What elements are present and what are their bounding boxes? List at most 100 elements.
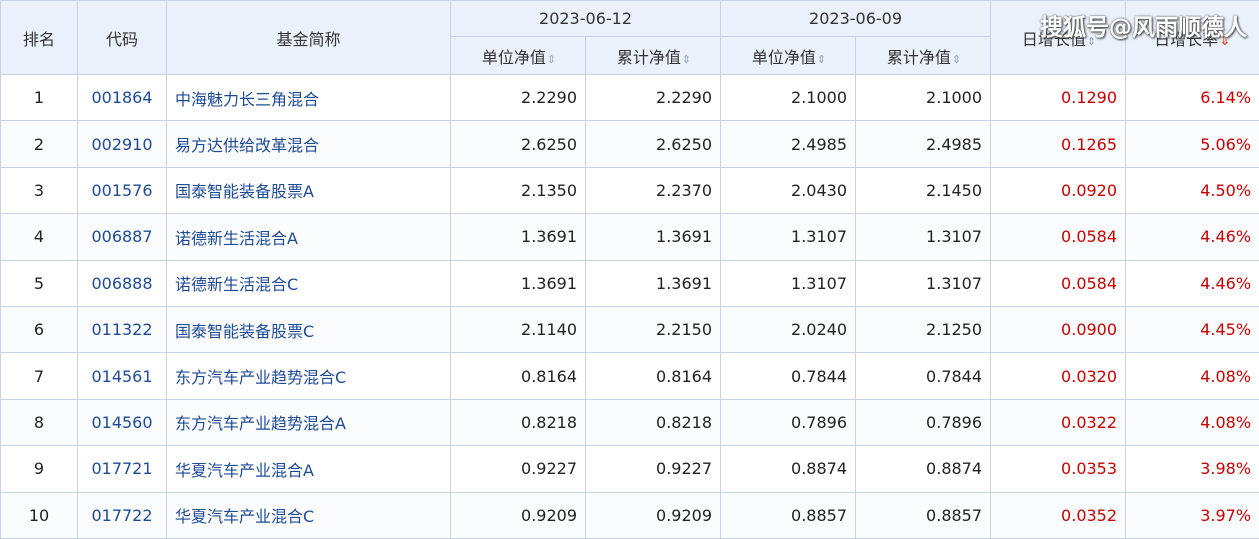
daily-growth-rate-cell: 3.98%: [1125, 445, 1259, 493]
name-cell: 东方汽车产业趋势混合A: [166, 398, 451, 447]
acc-nav-1-cell: 2.6250: [584, 120, 722, 168]
table-row: 8 014560 东方汽车产业趋势混合A 0.8218 0.8218 0.7896 0.78…: [0, 398, 1259, 447]
unit-nav-1-cell: 2.1350: [450, 166, 586, 215]
daily-growth-rate-cell: 4.46%: [1125, 259, 1259, 307]
fund-name-link[interactable]: 华夏汽车产业混合A: [175, 461, 314, 480]
table-row: 2 002910 易方达供给改革混合 2.6250 2.6250 2.4985 2.4985…: [0, 120, 1259, 168]
unit-nav-2-cell: 0.8857: [720, 491, 857, 539]
fund-code-link[interactable]: 014560: [91, 413, 152, 432]
fund-name-link[interactable]: 诺德新生活混合C: [175, 275, 298, 294]
table-body: 1 001864 中海魅力长三角混合 2.2290 2.2290 2.1000 2.1000…: [0, 73, 1259, 539]
fund-name-link[interactable]: 诺德新生活混合A: [175, 229, 298, 248]
unit-nav-1-cell: 1.3691: [450, 259, 586, 307]
fund-code-link[interactable]: 001864: [91, 88, 152, 107]
unit-nav-1-cell: 0.8218: [450, 398, 586, 447]
table-row: 3 001576 国泰智能装备股票A 2.1350 2.2370 2.0430 2.1450…: [0, 166, 1259, 215]
acc-nav-2-cell: 0.8857: [855, 491, 992, 539]
sort-icon: ⇕: [951, 52, 961, 66]
fund-code-link[interactable]: 017721: [91, 459, 152, 478]
sort-unit-nav-2[interactable]: 单位净值⇕: [720, 36, 857, 75]
acc-nav-1-cell: 2.2150: [584, 305, 722, 354]
daily-growth-value-cell: 0.0584: [990, 259, 1127, 307]
sort-icon: ⇕: [681, 52, 691, 66]
code-cell: 006887: [77, 213, 167, 261]
code-cell: 014561: [77, 352, 167, 400]
table-row: 5 006888 诺德新生活混合C 1.3691 1.3691 1.3107 1.3107 0…: [0, 259, 1259, 307]
fund-ranking-table: 排名 代码 基金简称 2023-06-12 2023-06-09 日增长值⇕ 日…: [0, 0, 1259, 539]
rank-cell: 1: [0, 73, 78, 122]
unit-nav-1-cell: 0.9209: [450, 491, 586, 539]
header-daily-growth-value-label: 日增长值: [1021, 29, 1086, 49]
fund-name-link[interactable]: 华夏汽车产业混合C: [175, 507, 314, 526]
header-date-1: 2023-06-12: [449, 0, 722, 37]
daily-growth-value-cell: 0.0900: [990, 305, 1127, 354]
fund-code-link[interactable]: 006888: [91, 274, 152, 293]
daily-growth-rate-cell: 4.08%: [1125, 352, 1259, 400]
sort-desc-icon: ⇓: [1219, 32, 1231, 49]
table-row: 4 006887 诺德新生活混合A 1.3691 1.3691 1.3107 1.3107 0…: [0, 213, 1259, 261]
unit-nav-1-cell: 1.3691: [450, 213, 586, 261]
daily-growth-rate-cell: 4.08%: [1125, 398, 1259, 447]
table-row: 7 014561 东方汽车产业趋势混合C 0.8164 0.8164 0.7844 0.78…: [0, 352, 1259, 400]
daily-growth-rate-cell: 4.45%: [1125, 305, 1259, 354]
unit-nav-2-cell: 2.0240: [720, 305, 857, 354]
sort-acc-nav-2[interactable]: 累计净值⇕: [855, 36, 992, 75]
header-daily-growth-rate-label: 日增长率: [1154, 29, 1219, 49]
header-unit-nav-label: 单位净值: [481, 47, 546, 67]
daily-growth-rate-cell: 5.06%: [1125, 120, 1259, 168]
table-row: 6 011322 国泰智能装备股票C 2.1140 2.2150 2.0240 2.1250…: [0, 305, 1259, 354]
acc-nav-2-cell: 0.7896: [855, 398, 992, 447]
sort-daily-growth-value[interactable]: 日增长值⇕: [990, 0, 1127, 75]
code-cell: 006888: [77, 259, 167, 307]
sort-unit-nav-1[interactable]: 单位净值⇕: [450, 36, 586, 75]
fund-name-link[interactable]: 国泰智能装备股票C: [175, 322, 314, 341]
rank-cell: 2: [0, 120, 78, 168]
name-cell: 国泰智能装备股票A: [166, 166, 451, 215]
unit-nav-2-cell: 1.3107: [720, 213, 857, 261]
daily-growth-value-cell: 0.0920: [990, 166, 1127, 215]
code-cell: 001576: [77, 166, 167, 215]
rank-cell: 9: [0, 445, 78, 493]
daily-growth-value-cell: 0.0322: [990, 398, 1127, 447]
header-acc-nav-label: 累计净值: [886, 47, 951, 67]
code-cell: 014560: [77, 398, 167, 447]
table-row: 9 017721 华夏汽车产业混合A 0.9227 0.9227 0.8874 0.8874…: [0, 445, 1259, 493]
acc-nav-2-cell: 2.1450: [855, 166, 992, 215]
fund-code-link[interactable]: 001576: [91, 181, 152, 200]
fund-name-link[interactable]: 中海魅力长三角混合: [175, 90, 319, 109]
table-header: 排名 代码 基金简称 2023-06-12 2023-06-09 日增长值⇕ 日…: [0, 0, 1259, 75]
fund-code-link[interactable]: 002910: [91, 135, 152, 154]
daily-growth-value-cell: 0.0352: [990, 491, 1127, 539]
fund-name-link[interactable]: 东方汽车产业趋势混合A: [175, 414, 346, 433]
fund-code-link[interactable]: 017722: [91, 506, 152, 525]
rank-cell: 6: [0, 305, 78, 354]
unit-nav-1-cell: 2.1140: [450, 305, 586, 354]
sort-icon: ⇕: [1086, 34, 1096, 48]
fund-name-link[interactable]: 易方达供给改革混合: [175, 136, 319, 155]
acc-nav-1-cell: 0.8164: [584, 352, 722, 400]
fund-name-link[interactable]: 国泰智能装备股票A: [175, 182, 314, 201]
sort-acc-nav-1[interactable]: 累计净值⇕: [584, 36, 722, 75]
sort-daily-growth-rate[interactable]: 日增长率⇓: [1125, 0, 1259, 75]
table-row: 1 001864 中海魅力长三角混合 2.2290 2.2290 2.1000 2.1000…: [0, 73, 1259, 122]
daily-growth-value-cell: 0.0584: [990, 213, 1127, 261]
name-cell: 华夏汽车产业混合A: [166, 445, 451, 493]
acc-nav-1-cell: 2.2370: [584, 166, 722, 215]
rank-cell: 4: [0, 213, 78, 261]
acc-nav-1-cell: 1.3691: [584, 259, 722, 307]
rank-cell: 8: [0, 398, 78, 447]
header-date-2: 2023-06-09: [720, 0, 992, 37]
rank-cell: 10: [0, 491, 78, 539]
daily-growth-rate-cell: 4.50%: [1125, 166, 1259, 215]
unit-nav-1-cell: 2.2290: [450, 73, 586, 122]
daily-growth-value-cell: 0.0320: [990, 352, 1127, 400]
daily-growth-value-cell: 0.1290: [990, 73, 1127, 122]
header-rank: 排名: [0, 0, 78, 75]
acc-nav-2-cell: 1.3107: [855, 259, 992, 307]
name-cell: 诺德新生活混合C: [166, 259, 451, 307]
fund-code-link[interactable]: 011322: [91, 320, 152, 339]
code-cell: 011322: [77, 305, 167, 354]
fund-name-link[interactable]: 东方汽车产业趋势混合C: [175, 368, 346, 387]
fund-code-link[interactable]: 014561: [91, 367, 152, 386]
fund-code-link[interactable]: 006887: [91, 227, 152, 246]
